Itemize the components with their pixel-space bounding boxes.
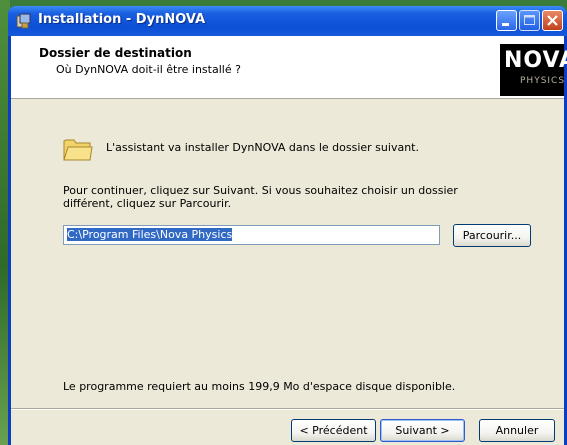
minimize-button[interactable] [496, 10, 517, 31]
close-icon [547, 15, 558, 26]
back-button[interactable]: < Précédent [291, 419, 376, 442]
window-title: Installation - DynNOVA [38, 12, 206, 27]
maximize-button[interactable] [519, 10, 540, 31]
title-bar[interactable]: Installation - DynNOVA [8, 6, 567, 36]
destination-path-input[interactable]: C:\Program Files\Nova Physics [63, 225, 440, 245]
footer-divider [11, 408, 564, 410]
installer-window: Installation - DynNOVA Dossier de destin… [8, 6, 567, 445]
minimize-icon [502, 23, 509, 26]
disk-space-requirement: Le programme requiert au moins 199,9 Mo … [63, 380, 456, 393]
intro-text: L'assistant va installer DynNOVA dans le… [106, 141, 419, 154]
wizard-client-area: Dossier de destination Où DynNOVA doit-i… [11, 36, 567, 445]
instructions-text: Pour continuer, cliquez sur Suivant. Si … [63, 184, 458, 210]
maximize-icon [524, 15, 535, 25]
installer-app-icon [16, 13, 31, 29]
cancel-button[interactable]: Annuler [479, 419, 555, 442]
folder-icon [63, 139, 93, 161]
next-button[interactable]: Suivant > [380, 419, 465, 442]
close-button[interactable] [542, 10, 563, 31]
logo-main-text: NOVA [504, 48, 567, 73]
logo-sub-text: PHYSICS [520, 76, 566, 86]
wizard-header: Dossier de destination Où DynNOVA doit-i… [11, 36, 567, 99]
destination-path-value: C:\Program Files\Nova Physics [67, 228, 233, 241]
page-subtitle: Où DynNOVA doit-il être installé ? [56, 63, 241, 76]
browse-button[interactable]: Parcourir... [453, 224, 531, 247]
nova-physics-logo: NOVA PHYSICS [500, 44, 567, 96]
page-title: Dossier de destination [39, 46, 192, 60]
